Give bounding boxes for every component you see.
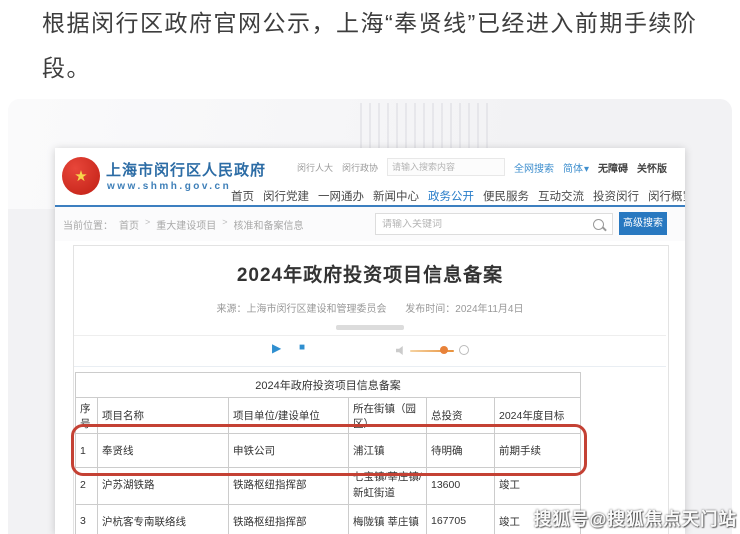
nav-item-4[interactable]: 政务公开 xyxy=(428,188,474,204)
nav-item-5[interactable]: 便民服务 xyxy=(483,188,529,204)
header-top-row: 闵行人大闵行政协 全网搜索 简体▾ 无障碍 关怀版 xyxy=(297,158,667,176)
cell-r2-c4: 167705 xyxy=(427,504,495,534)
breadcrumb: 当前位置： 首页 > 重大建设项目 > 核准和备案信息 xyxy=(63,217,304,232)
stop-icon[interactable]: ■ xyxy=(299,343,305,353)
col-header-4: 总投资 xyxy=(427,398,495,434)
care-version-link[interactable]: 关怀版 xyxy=(637,160,667,175)
breadcrumb-item-1[interactable]: 重大建设项目 xyxy=(156,217,216,232)
nav-item-8[interactable]: 闵行概览 xyxy=(648,188,685,204)
breadcrumb-label: 当前位置： xyxy=(63,217,113,232)
cell-r0-c3: 浦江镇 xyxy=(349,434,427,468)
speaker-icon xyxy=(396,346,405,355)
play-icon[interactable]: ▶ xyxy=(272,342,281,354)
table-caption-row: 2024年政府投资项目信息备案 xyxy=(76,373,581,398)
table-header-row: 序号项目名称项目单位/建设单位所在街镇（园区）总投资2024年度目标 xyxy=(76,398,581,434)
article-intro: 根据闵行区政府官网公示，上海“奉贤线”已经进入前期手续阶段。 xyxy=(42,1,706,91)
accessibility-link[interactable]: 无障碍 xyxy=(598,160,628,175)
document-title: 2024年政府投资项目信息备案 xyxy=(55,260,685,287)
site-header: ★ 上海市闵行区人民政府 www.shmh.gov.cn 闵行人大闵行政协 全网… xyxy=(55,148,685,207)
breadcrumb-bar: 当前位置： 首页 > 重大建设项目 > 核准和备案信息 高级搜索 xyxy=(55,207,685,241)
top-link-1[interactable]: 闵行政协 xyxy=(342,163,378,173)
col-header-1: 项目名称 xyxy=(98,398,229,434)
star-icon: ★ xyxy=(74,169,87,184)
language-select[interactable]: 简体▾ xyxy=(563,160,589,175)
table-row: 1奉贤线申铁公司浦江镇待明确前期手续 xyxy=(76,434,581,468)
cell-r1-c0: 2 xyxy=(76,468,98,505)
col-header-0: 序号 xyxy=(76,398,98,434)
nav-item-3[interactable]: 新闻中心 xyxy=(373,188,419,204)
breadcrumb-separator: > xyxy=(222,217,227,232)
cell-r1-c5: 竣工 xyxy=(495,468,581,505)
top-link-0[interactable]: 闵行人大 xyxy=(297,163,333,173)
table-row: 2沪苏湖铁路铁路枢纽指挥部七宝镇/莘庄镇/新虹街道13600竣工 xyxy=(76,468,581,505)
player-caption-blur xyxy=(336,325,404,330)
cell-r0-c4: 待明确 xyxy=(427,434,495,468)
audio-player: ▶ ■ xyxy=(74,325,666,367)
cell-r1-c2: 铁路枢纽指挥部 xyxy=(229,468,349,505)
national-emblem-logo: ★ xyxy=(62,157,100,195)
col-header-5: 2024年度目标 xyxy=(495,398,581,434)
cell-r2-c2: 铁路枢纽指挥部 xyxy=(229,504,349,534)
cell-r1-c3: 七宝镇/莘庄镇/新虹街道 xyxy=(349,468,427,505)
document-meta: 来源：上海市闵行区建设和管理委员会 发布时间：2024年11月4日 xyxy=(55,300,685,315)
nav-item-2[interactable]: 一网通办 xyxy=(318,188,364,204)
player-controls: ▶ ■ xyxy=(74,336,666,364)
col-header-3: 所在街镇（园区） xyxy=(349,398,427,434)
main-nav: 首页闵行党建一网通办新闻中心政务公开便民服务互动交流投资闵行闵行概览 xyxy=(231,188,685,204)
keyword-search-box xyxy=(375,213,613,235)
player-divider-bottom xyxy=(74,366,666,367)
gov-website-screenshot: ★ 上海市闵行区人民政府 www.shmh.gov.cn 闵行人大闵行政协 全网… xyxy=(55,148,685,534)
top-search-input[interactable] xyxy=(387,158,505,176)
site-url: www.shmh.gov.cn xyxy=(107,181,231,192)
keyword-search-input[interactable] xyxy=(376,219,593,230)
volume-loud-icon xyxy=(459,345,469,355)
cell-r0-c0: 1 xyxy=(76,434,98,468)
table-row: 3沪杭客专南联络线铁路枢纽指挥部梅陇镇 莘庄镇167705竣工 xyxy=(76,504,581,534)
search-icon[interactable] xyxy=(593,219,604,230)
projects-table: 2024年政府投资项目信息备案序号项目名称项目单位/建设单位所在街镇（园区）总投… xyxy=(75,372,581,534)
nav-item-6[interactable]: 互动交流 xyxy=(538,188,584,204)
cell-r0-c1: 奉贤线 xyxy=(98,434,229,468)
cell-r2-c3: 梅陇镇 莘庄镇 xyxy=(349,504,427,534)
cell-r0-c5: 前期手续 xyxy=(495,434,581,468)
projects-table-wrap: 2024年政府投资项目信息备案序号项目名称项目单位/建设单位所在街镇（园区）总投… xyxy=(75,372,581,534)
col-header-2: 项目单位/建设单位 xyxy=(229,398,349,434)
nav-item-1[interactable]: 闵行党建 xyxy=(263,188,309,204)
cell-r2-c0: 3 xyxy=(76,504,98,534)
breadcrumb-item-2: 核准和备案信息 xyxy=(234,217,304,232)
nav-item-7[interactable]: 投资闵行 xyxy=(593,188,639,204)
table-caption: 2024年政府投资项目信息备案 xyxy=(76,373,581,398)
breadcrumb-item-0[interactable]: 首页 xyxy=(119,217,139,232)
publish-time-label: 发布时间：2024年11月4日 xyxy=(405,304,523,315)
top-search-button[interactable]: 全网搜索 xyxy=(514,160,554,175)
site-name: 上海市闵行区人民政府 xyxy=(106,159,266,180)
nav-item-0[interactable]: 首页 xyxy=(231,188,254,204)
source-label: 来源：上海市闵行区建设和管理委员会 xyxy=(217,304,387,315)
cell-r1-c4: 13600 xyxy=(427,468,495,505)
volume-slider-handle[interactable] xyxy=(440,346,448,354)
watermark: 搜狐号@搜狐焦点天门站 xyxy=(534,506,737,531)
page: 根据闵行区政府官网公示，上海“奉贤线”已经进入前期手续阶段。 ★ 上海市闵行区人… xyxy=(0,0,740,534)
cell-r0-c2: 申铁公司 xyxy=(229,434,349,468)
caret-down-icon: ▾ xyxy=(584,164,589,175)
breadcrumb-separator: > xyxy=(145,217,150,232)
cell-r2-c1: 沪杭客专南联络线 xyxy=(98,504,229,534)
top-links: 闵行人大闵行政协 xyxy=(297,158,378,176)
advanced-search-button[interactable]: 高级搜索 xyxy=(619,212,667,235)
cell-r1-c1: 沪苏湖铁路 xyxy=(98,468,229,505)
